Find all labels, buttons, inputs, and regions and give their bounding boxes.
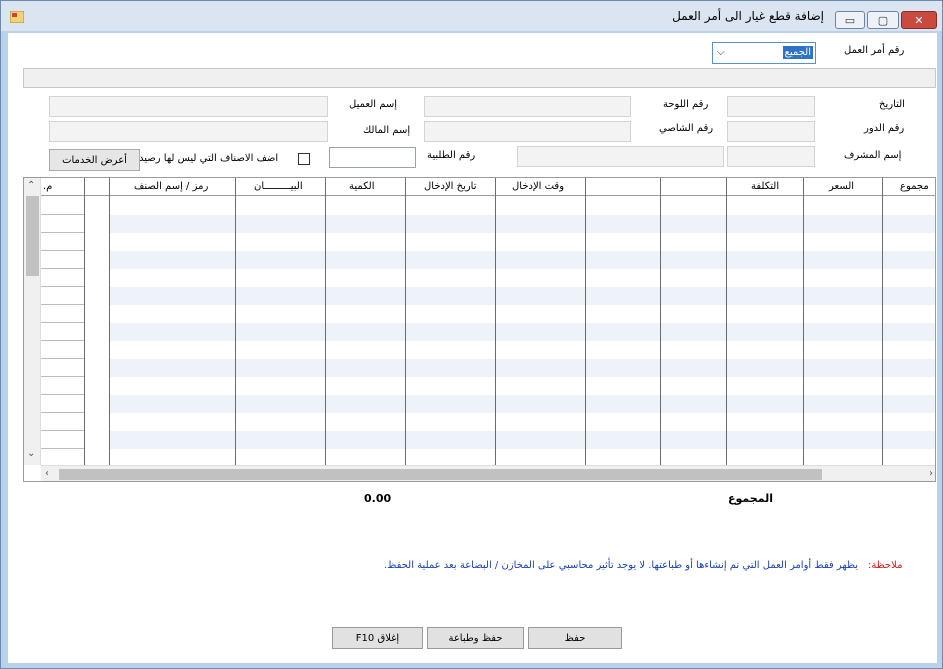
horizontal-scrollbar[interactable]: ‹ ›	[41, 465, 935, 481]
table-row[interactable]	[110, 323, 935, 341]
total-value: 0.00	[364, 492, 392, 505]
col-divider	[660, 178, 661, 465]
vertical-scroll-thumb[interactable]	[26, 196, 39, 276]
table-row[interactable]	[110, 395, 935, 413]
vertical-scrollbar[interactable]: ⌃ ⌄	[24, 178, 41, 465]
note-label: ملاحظة:	[868, 560, 903, 571]
col-divider	[84, 178, 85, 465]
window-title: إضافة قطع غيار الى أمر العمل	[672, 9, 824, 23]
row-header[interactable]	[41, 377, 84, 395]
row-header[interactable]	[41, 305, 84, 323]
date-label: التاريخ	[879, 99, 905, 110]
request-label: رقم الطلبية	[427, 150, 476, 161]
table-row[interactable]	[110, 269, 935, 287]
table-row[interactable]	[110, 341, 935, 359]
col-divider	[325, 178, 326, 465]
table-row[interactable]	[110, 287, 935, 305]
table-row[interactable]	[110, 197, 935, 215]
role-label: رقم الدور	[864, 123, 905, 134]
table-row[interactable]	[110, 359, 935, 377]
row-header[interactable]	[41, 431, 84, 449]
minimize-button[interactable]: ▭	[835, 11, 865, 29]
col-divider	[882, 178, 883, 465]
col-divider	[585, 178, 586, 465]
col-header-row-number[interactable]: م.	[43, 181, 52, 192]
chevron-down-icon[interactable]: ⌄	[27, 448, 35, 459]
col-divider	[109, 178, 110, 465]
app-icon	[10, 11, 24, 23]
table-row[interactable]	[110, 233, 935, 251]
row-header[interactable]	[41, 341, 84, 359]
col-divider	[495, 178, 496, 465]
col-header-cost[interactable]: التكلفة	[751, 181, 779, 192]
col-header-description[interactable]: البيـــــــــان	[254, 181, 303, 192]
chevron-down-icon: ⌵	[717, 47, 725, 58]
col-divider	[803, 178, 804, 465]
save-print-button[interactable]: حفظ وطباعة	[427, 627, 524, 649]
row-header[interactable]	[41, 197, 84, 215]
date-field[interactable]	[727, 96, 815, 117]
row-header[interactable]	[41, 233, 84, 251]
supervisor-label: إسم المشرف	[844, 150, 902, 161]
table-row[interactable]	[110, 251, 935, 269]
items-grid: مجموع السعر التكلفة وقت الإدخال تاريخ ال…	[23, 177, 936, 482]
work-order-select[interactable]: الجميع ⌵	[712, 42, 816, 64]
chassis-label: رقم الشاصي	[659, 123, 714, 134]
customer-field[interactable]	[49, 96, 328, 117]
title-bar: إضافة قطع غيار الى أمر العمل ▭ ▢ ✕	[1, 1, 942, 31]
row-header[interactable]	[41, 323, 84, 341]
plate-field[interactable]	[424, 96, 631, 117]
grid-header: مجموع السعر التكلفة وقت الإدخال تاريخ ال…	[24, 178, 935, 196]
add-items-label: اضف الاصناف التي ليس لها رصيد	[139, 153, 279, 164]
col-header-price[interactable]: السعر	[829, 181, 854, 192]
table-row[interactable]	[110, 305, 935, 323]
role-field[interactable]	[727, 121, 815, 142]
row-header[interactable]	[41, 287, 84, 305]
row-header[interactable]	[41, 395, 84, 413]
table-row[interactable]	[110, 431, 935, 449]
horizontal-scroll-thumb[interactable]	[59, 469, 822, 480]
chassis-field[interactable]	[424, 121, 631, 142]
row-header[interactable]	[41, 215, 84, 233]
row-header[interactable]	[41, 359, 84, 377]
note-text: يظهر فقط أوامر العمل التي تم إنشاءها أو …	[384, 560, 858, 571]
chevron-up-icon[interactable]: ⌃	[27, 180, 35, 191]
supervisor-name-field[interactable]	[517, 146, 724, 167]
col-header-quantity[interactable]: الكمية	[349, 181, 375, 192]
col-divider	[235, 178, 236, 465]
table-row[interactable]	[110, 215, 935, 233]
table-row[interactable]	[110, 377, 935, 395]
col-divider	[405, 178, 406, 465]
info-bar	[23, 68, 936, 88]
close-window-button[interactable]: ✕	[901, 11, 937, 29]
plate-label: رقم اللوحة	[663, 99, 709, 110]
col-header-item-code[interactable]: رمز / إسم الصنف	[134, 181, 208, 192]
owner-label: إسم المالك	[363, 125, 411, 136]
col-header-total[interactable]: مجموع	[900, 181, 929, 192]
owner-field[interactable]	[49, 121, 328, 142]
save-button[interactable]: حفظ	[528, 627, 622, 649]
customer-label: إسم العميل	[349, 99, 398, 110]
col-header-entry-date[interactable]: تاريخ الإدخال	[424, 181, 477, 192]
request-field[interactable]	[329, 147, 416, 168]
form-body: رقم أمر العمل الجميع ⌵ التاريخ رقم اللوح…	[8, 33, 937, 663]
chevron-left-icon[interactable]: ‹	[45, 468, 49, 479]
row-header[interactable]	[41, 413, 84, 431]
total-label: المجموع	[728, 492, 773, 505]
col-header-entry-time[interactable]: وقت الإدخال	[512, 181, 564, 192]
table-row[interactable]	[110, 413, 935, 431]
chevron-right-icon[interactable]: ›	[929, 468, 933, 479]
show-services-button[interactable]: أعرض الخدمات	[49, 149, 140, 171]
supervisor-field[interactable]	[727, 146, 815, 167]
work-order-label: رقم أمر العمل	[844, 45, 905, 56]
work-order-value: الجميع	[782, 46, 813, 59]
add-items-checkbox[interactable]	[298, 153, 310, 165]
maximize-button[interactable]: ▢	[867, 11, 899, 29]
col-divider	[726, 178, 727, 465]
close-button[interactable]: إغلاق F10	[332, 627, 423, 649]
app-window: إضافة قطع غيار الى أمر العمل ▭ ▢ ✕ رقم أ…	[0, 0, 943, 669]
row-header[interactable]	[41, 251, 84, 269]
row-header[interactable]	[41, 269, 84, 287]
